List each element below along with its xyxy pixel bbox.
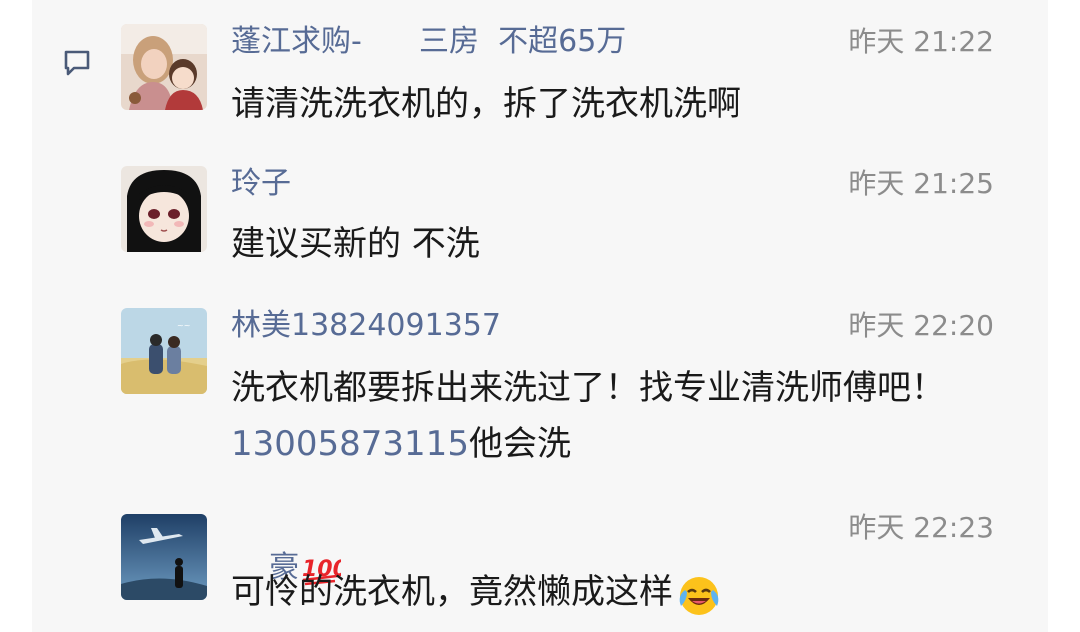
avatar[interactable] xyxy=(121,514,207,600)
avatar[interactable] xyxy=(121,24,207,110)
comment-text-part: 洗衣机都要拆出来洗过了！找专业清洗师傅吧！ xyxy=(231,368,945,408)
svg-text:~~: ~~ xyxy=(177,321,190,330)
comment-time: 昨天 22:23 xyxy=(848,511,994,544)
avatar[interactable]: ~~ xyxy=(121,308,207,394)
mother-and-child-photo-icon xyxy=(121,24,207,110)
comment-text: 建议买新的 不洗 xyxy=(231,224,480,264)
commenter-name[interactable]: 蓬江求购- 三房 不超65万 xyxy=(231,22,626,62)
comment-time: 昨天 21:25 xyxy=(848,167,994,200)
comment-text-part: 他会洗 xyxy=(468,424,571,464)
commenter-name[interactable]: 林美13824091357 xyxy=(231,306,501,346)
comment-text-part: 可怜的洗衣机，竟然懒成这样 xyxy=(231,572,673,612)
illustrated-couple-avatar-icon: ~~ xyxy=(121,308,207,394)
sky-airplane-avatar-icon xyxy=(121,514,207,600)
comment-time: 昨天 21:22 xyxy=(848,25,994,58)
commenter-name[interactable]: 玲子 xyxy=(231,164,291,204)
comment-text: 洗衣机都要拆出来洗过了！找专业清洗师傅吧！ 13005873115他会洗 xyxy=(231,360,1001,472)
comment-time: 昨天 22:20 xyxy=(848,309,994,342)
avatar[interactable] xyxy=(121,166,207,252)
anime-girl-avatar-icon xyxy=(121,166,207,252)
phone-link[interactable]: 13005873115 xyxy=(231,424,469,464)
comment-icon[interactable] xyxy=(62,48,92,78)
comment-text: 请清洗洗衣机的，拆了洗衣机洗啊 xyxy=(231,84,741,124)
comment-text: 可怜的洗衣机，竟然懒成这样 xyxy=(231,564,1021,620)
crying-laughing-emoji-icon xyxy=(679,576,719,615)
